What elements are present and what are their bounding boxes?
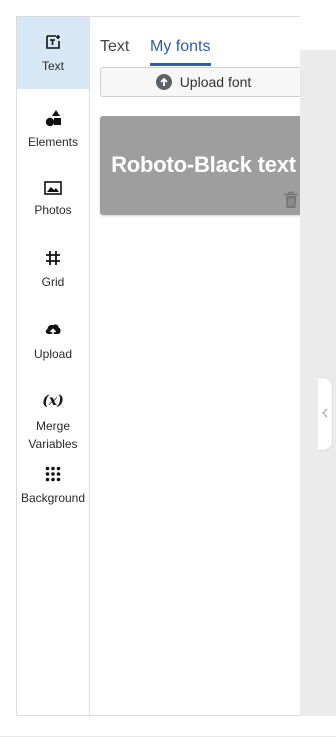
sidebar-item-label: Photos — [34, 203, 72, 217]
sidebar-item-grid[interactable]: Grid — [17, 245, 89, 297]
font-card[interactable]: Roboto-Black text — [100, 116, 307, 215]
cloud-upload-icon — [17, 321, 89, 339]
canvas-toolbar-strip — [300, 16, 336, 51]
dots-grid-icon — [17, 465, 89, 483]
sidebar-item-label: Grid — [41, 275, 65, 289]
arrow-up-circle-icon — [155, 74, 172, 90]
sidebar-item-photos[interactable]: Photos — [17, 175, 89, 225]
sidebar-item-label: Upload — [33, 347, 73, 361]
sidebar-item-text[interactable]: Text — [17, 17, 89, 89]
tab-text[interactable]: Text — [100, 37, 129, 57]
text-box-icon — [17, 33, 89, 51]
grid-icon — [17, 249, 89, 267]
sidebar-item-background[interactable]: Background — [17, 463, 89, 509]
tab-my-fonts[interactable]: My fonts — [150, 37, 210, 57]
sidebar-item-upload[interactable]: Upload — [17, 317, 89, 369]
editor-frame: Text Elements Photos Grid Upload (x) Mer… — [16, 16, 318, 716]
upload-font-label: Upload font — [179, 74, 252, 90]
sidebar-item-label: Text — [41, 59, 64, 73]
font-preview-text: Roboto-Black text — [111, 152, 296, 177]
fonts-panel: Text My fonts Upload font Roboto-Black t… — [90, 17, 317, 715]
sidebar-item-merge-variables[interactable]: (x) Merge Variables — [17, 389, 89, 455]
sidebar-item-label: Merge — [35, 419, 70, 433]
sidebar-item-label: Variables — [28, 437, 78, 451]
collapse-panel-button[interactable] — [318, 377, 333, 451]
chevron-left-icon — [322, 405, 328, 423]
upload-font-button[interactable]: Upload font — [100, 67, 307, 97]
sidebar: Text Elements Photos Grid Upload (x) Mer… — [17, 17, 90, 715]
sidebar-item-label: Elements — [27, 135, 79, 149]
trash-icon[interactable] — [283, 191, 299, 209]
variable-icon: (x) — [42, 393, 64, 409]
sidebar-item-elements[interactable]: Elements — [17, 101, 89, 157]
shapes-icon — [17, 109, 89, 127]
active-tab-indicator — [150, 63, 211, 66]
sidebar-item-label: Background — [20, 491, 86, 505]
photo-icon — [17, 179, 89, 197]
